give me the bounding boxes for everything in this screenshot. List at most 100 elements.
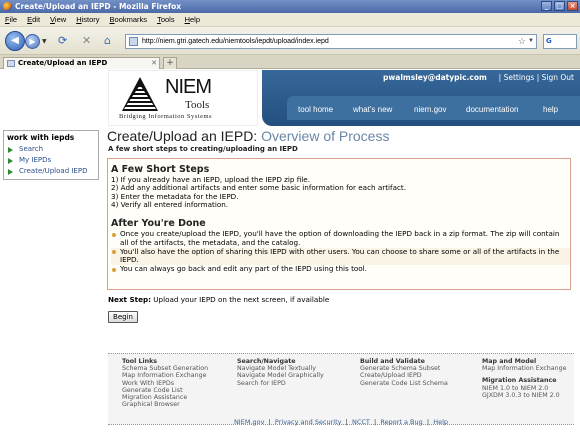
steps-heading: A Few Short Steps: [111, 164, 210, 175]
footer-col-title: Migration Assistance: [482, 377, 557, 385]
footer-links: Tool Links Schema Subset Generation Map …: [108, 353, 574, 425]
user-email: pwalmsley@datypic.com: [383, 73, 487, 82]
footer-link[interactable]: Schema Subset Generation: [122, 365, 208, 372]
forward-arrow-icon: ▶: [29, 37, 36, 46]
firefox-icon: [3, 2, 12, 11]
menu-help[interactable]: Help: [185, 15, 200, 24]
menu-history[interactable]: History: [76, 15, 99, 24]
tab-favicon-icon: [7, 60, 15, 67]
after-heading: After You're Done: [111, 218, 206, 230]
menu-bookmarks[interactable]: Bookmarks: [110, 15, 148, 24]
bottom-link-ncct[interactable]: NCCT: [352, 418, 370, 426]
bottom-link-help[interactable]: Help: [433, 418, 448, 426]
bottom-link-report-bug[interactable]: Report a Bug: [380, 418, 422, 426]
footer-link[interactable]: Navigate Model Graphically: [237, 372, 324, 379]
menu-view[interactable]: View: [50, 15, 66, 24]
window-title: Create/Upload an IEPD - Mozilla Firefox: [15, 2, 182, 11]
close-button[interactable]: ×: [567, 1, 578, 11]
browser-window: Create/Upload an IEPD - Mozilla Firefox …: [0, 0, 580, 434]
sidebar: work with iepds Search My IEPDs Create/U…: [3, 130, 99, 180]
niem-tools-logo[interactable]: NIEM Tools Bridging Information Systems: [108, 70, 258, 126]
nav-documentation[interactable]: documentation: [466, 105, 518, 114]
footer-link[interactable]: GJXDM 3.0.3 to NIEM 2.0: [482, 392, 567, 399]
maximize-button[interactable]: □: [554, 1, 565, 11]
url-text: http://niem.gtri.gatech.edu/niemtools/ie…: [142, 38, 329, 45]
history-dropdown-icon[interactable]: ▼: [42, 38, 47, 45]
footer-link[interactable]: Work With IEPDs: [122, 380, 208, 387]
next-step-text: Upload your IEPD on the next screen, if …: [150, 295, 330, 304]
minimize-button[interactable]: _: [541, 1, 552, 11]
menu-file[interactable]: File: [5, 15, 17, 24]
nav-tool-home[interactable]: tool home: [298, 105, 333, 114]
tab-label: Create/Upload an IEPD: [18, 59, 108, 67]
footer-link[interactable]: Map Information Exchange: [122, 372, 208, 379]
site-header: pwalmsley@datypic.com | Settings | Sign …: [262, 70, 580, 126]
footer-col-map-model: Map and Model Map Information Exchange M…: [482, 358, 567, 399]
bottom-links: NIEM.gov | Privacy and Security | NCCT |…: [233, 418, 449, 426]
footer-link[interactable]: Create/Upload IEPD: [360, 372, 448, 379]
menu-tools[interactable]: Tools: [157, 15, 175, 24]
page-content: NIEM Tools Bridging Information Systems …: [0, 70, 580, 434]
footer-col-title: Tool Links: [122, 358, 158, 365]
url-bar[interactable]: http://niem.gtri.gatech.edu/niemtools/ie…: [125, 34, 537, 49]
arrow-bullet-icon: [8, 147, 13, 153]
footer-link[interactable]: Generate Code List: [122, 387, 208, 394]
footer-link[interactable]: Search for IEPD: [237, 380, 324, 387]
sidebar-title: work with iepds: [7, 133, 75, 142]
after-item: You'll also have the option of sharing t…: [111, 247, 570, 265]
nav-whats-new[interactable]: what's new: [353, 105, 392, 114]
footer-link[interactable]: Graphical Browser: [122, 401, 208, 408]
tab-create-upload[interactable]: Create/Upload an IEPD ✕: [3, 57, 160, 69]
footer-link[interactable]: Generate Schema Subset: [360, 365, 448, 372]
settings-link[interactable]: Settings: [504, 73, 535, 82]
footer-link[interactable]: Navigate Model Textually: [237, 365, 324, 372]
new-tab-button[interactable]: +: [163, 57, 177, 69]
steps-list: 1) If you already have an IEPD, upload t…: [111, 175, 570, 209]
after-item: Once you create/upload the IEPD, you'll …: [111, 229, 570, 247]
after-list: Once you create/upload the IEPD, you'll …: [111, 229, 570, 274]
begin-button[interactable]: Begin: [108, 311, 138, 323]
url-dropdown-icon[interactable]: ▼: [528, 35, 534, 48]
footer-link[interactable]: Generate Code List Schema: [360, 380, 448, 387]
menu-bar: File Edit View History Bookmarks Tools H…: [0, 13, 580, 27]
footer-col-build-validate: Build and Validate Generate Schema Subse…: [360, 358, 448, 387]
footer-col-title: Build and Validate: [360, 358, 425, 365]
sidebar-item-label: Create/Upload IEPD: [19, 167, 88, 175]
logo-brand: NIEM: [165, 76, 212, 98]
reload-icon[interactable]: ⟳: [58, 35, 67, 47]
footer-link[interactable]: Map Information Exchange: [482, 365, 567, 372]
page-title: Create/Upload an IEPD: Overview of Proce…: [107, 128, 389, 144]
site-favicon-icon: [129, 37, 138, 46]
home-icon[interactable]: ⌂: [104, 35, 111, 47]
bookmark-star-icon[interactable]: ☆: [518, 35, 526, 48]
footer-col-title: Search/Navigate: [237, 358, 296, 365]
search-box[interactable]: G: [543, 34, 577, 49]
sidebar-item-label: My IEPDs: [19, 156, 52, 164]
footer-col-title: Map and Model: [482, 358, 537, 365]
tab-bar: Create/Upload an IEPD ✕ +: [0, 55, 580, 69]
back-button[interactable]: ◀: [5, 31, 25, 51]
header-links: | Settings | Sign Out: [499, 73, 574, 82]
stop-icon[interactable]: ✕: [82, 35, 91, 47]
next-step: Next Step: Upload your IEPD on the next …: [108, 295, 329, 304]
bottom-link-niem-gov[interactable]: NIEM.gov: [234, 418, 265, 426]
footer-link[interactable]: Migration Assistance: [122, 394, 208, 401]
main-nav: tool home what's new niem.gov documentat…: [287, 96, 580, 120]
nav-niem-gov[interactable]: niem.gov: [414, 105, 446, 114]
signout-link[interactable]: Sign Out: [542, 73, 574, 82]
search-engine-icon: G: [546, 37, 552, 45]
nav-help[interactable]: help: [543, 105, 558, 114]
forward-button[interactable]: ▶: [25, 34, 40, 49]
sidebar-item-search[interactable]: Search: [4, 144, 98, 155]
bottom-link-privacy[interactable]: Privacy and Security: [275, 418, 342, 426]
footer-col-tool-links: Tool Links Schema Subset Generation Map …: [122, 358, 208, 408]
title-bar: Create/Upload an IEPD - Mozilla Firefox …: [0, 0, 580, 13]
arrow-bullet-icon: [8, 169, 13, 175]
footer-link[interactable]: NIEM 1.0 to NIEM 2.0: [482, 385, 567, 392]
arrow-bullet-icon: [8, 158, 13, 164]
sidebar-item-create-upload[interactable]: Create/Upload IEPD: [4, 166, 98, 177]
page-tagline: A few short steps to creating/uploading …: [108, 145, 298, 153]
menu-edit[interactable]: Edit: [27, 15, 40, 24]
sidebar-item-my-iepds[interactable]: My IEPDs: [4, 155, 98, 166]
tab-close-icon[interactable]: ✕: [151, 58, 157, 69]
